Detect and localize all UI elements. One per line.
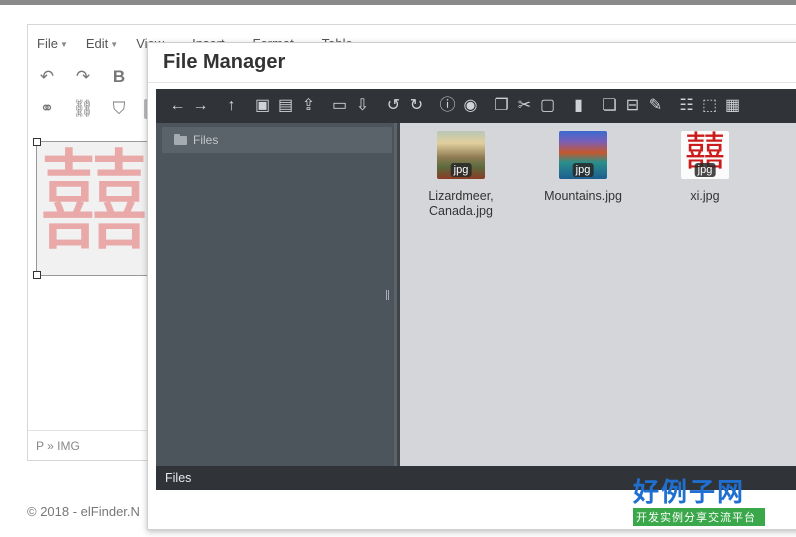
fm-toolbar: ← → ↑ ▣ ▤ ⇪ ▭ ⇩ ↺ ↻ ⓘ ◉ ❐ ✂ ▢ ▮ ❏ ⊟ ✎ ☷ …	[156, 89, 796, 123]
undo-icon[interactable]: ↶	[36, 67, 58, 87]
file-name: Mountains.jpg	[544, 189, 622, 203]
file-list: jpg Lizardmeer, Canada.jpg jpg Mountains…	[400, 123, 796, 466]
new-folder-icon[interactable]: ▣	[251, 94, 274, 118]
open-icon[interactable]: ▭	[328, 94, 351, 118]
file-item[interactable]: 囍 jpg xi.jpg	[660, 131, 750, 204]
download-icon[interactable]: ⇩	[351, 94, 374, 118]
bookmark-icon[interactable]: ⛉	[108, 99, 130, 119]
folder-icon	[174, 133, 187, 145]
file-manager-dialog: File Manager ← → ↑ ▣ ▤ ⇪ ▭ ⇩ ↺ ↻ ⓘ ◉ ❐ ✂…	[147, 42, 796, 530]
copy-icon[interactable]: ❐	[490, 94, 513, 118]
site-logo: 好例子网 开发实例分享交流平台	[633, 478, 765, 526]
paste-icon[interactable]: ▢	[536, 94, 559, 118]
folder-tree: Files	[156, 123, 397, 466]
duplicate-icon[interactable]: ❏	[598, 94, 621, 118]
new-file-icon[interactable]: ▤	[274, 94, 297, 118]
tree-root-files[interactable]: Files	[162, 127, 392, 153]
cut-icon[interactable]: ✂	[513, 94, 536, 118]
forward-icon[interactable]: →	[189, 94, 212, 118]
logo-title: 好例子网	[633, 478, 746, 508]
rename-icon[interactable]: ⊟	[621, 94, 644, 118]
link-icon[interactable]: ⚭	[36, 99, 58, 119]
elfinder: ← → ↑ ▣ ▤ ⇪ ▭ ⇩ ↺ ↻ ⓘ ◉ ❐ ✂ ▢ ▮ ❏ ⊟ ✎ ☷ …	[156, 89, 796, 490]
file-type-badge: jpg	[450, 163, 472, 177]
menu-edit[interactable]: Edit ▼	[86, 36, 118, 51]
file-type-badge: jpg	[572, 163, 594, 177]
file-name: xi.jpg	[690, 189, 720, 203]
file-item[interactable]: jpg Lizardmeer, Canada.jpg	[416, 131, 506, 219]
resize-handle-bottom-left[interactable]	[33, 271, 41, 279]
top-strip	[0, 0, 796, 5]
file-thumbnail: 囍 jpg	[681, 131, 729, 179]
preview-icon[interactable]: ◉	[459, 94, 482, 118]
file-item[interactable]: jpg Mountains.jpg	[538, 131, 628, 204]
redo-icon[interactable]: ↻	[405, 94, 428, 118]
undo-icon[interactable]: ↺	[382, 94, 405, 118]
page-footer: © 2018 - elFinder.N	[27, 504, 140, 519]
image-glyph: 囍	[39, 141, 149, 266]
element-path: P » IMG	[36, 439, 80, 453]
redo-icon[interactable]: ↷	[72, 67, 94, 87]
file-type-badge: jpg	[694, 163, 716, 177]
unlink-icon[interactable]: ⛓	[72, 99, 94, 119]
dialog-title: File Manager	[148, 43, 796, 83]
file-name: Lizardmeer, Canada.jpg	[428, 189, 494, 218]
file-thumbnail: jpg	[559, 131, 607, 179]
tree-root-label: Files	[193, 133, 219, 147]
bold-icon[interactable]: B	[108, 67, 130, 87]
select-all-icon[interactable]: ☷	[675, 94, 698, 118]
select-invert-icon[interactable]: ▦	[721, 94, 744, 118]
menu-file[interactable]: File ▼	[37, 36, 68, 51]
pane-resize-handle[interactable]	[386, 290, 389, 300]
edit-icon[interactable]: ✎	[644, 94, 667, 118]
delete-icon[interactable]: ▮	[567, 94, 590, 118]
upload-icon[interactable]: ⇪	[297, 94, 320, 118]
resize-handle-top-left[interactable]	[33, 138, 41, 146]
select-none-icon[interactable]: ⬚	[698, 94, 721, 118]
file-thumbnail: jpg	[437, 131, 485, 179]
back-icon[interactable]: ←	[166, 94, 189, 118]
up-icon[interactable]: ↑	[220, 94, 243, 118]
info-icon[interactable]: ⓘ	[436, 94, 459, 118]
logo-subtitle: 开发实例分享交流平台	[633, 508, 765, 526]
